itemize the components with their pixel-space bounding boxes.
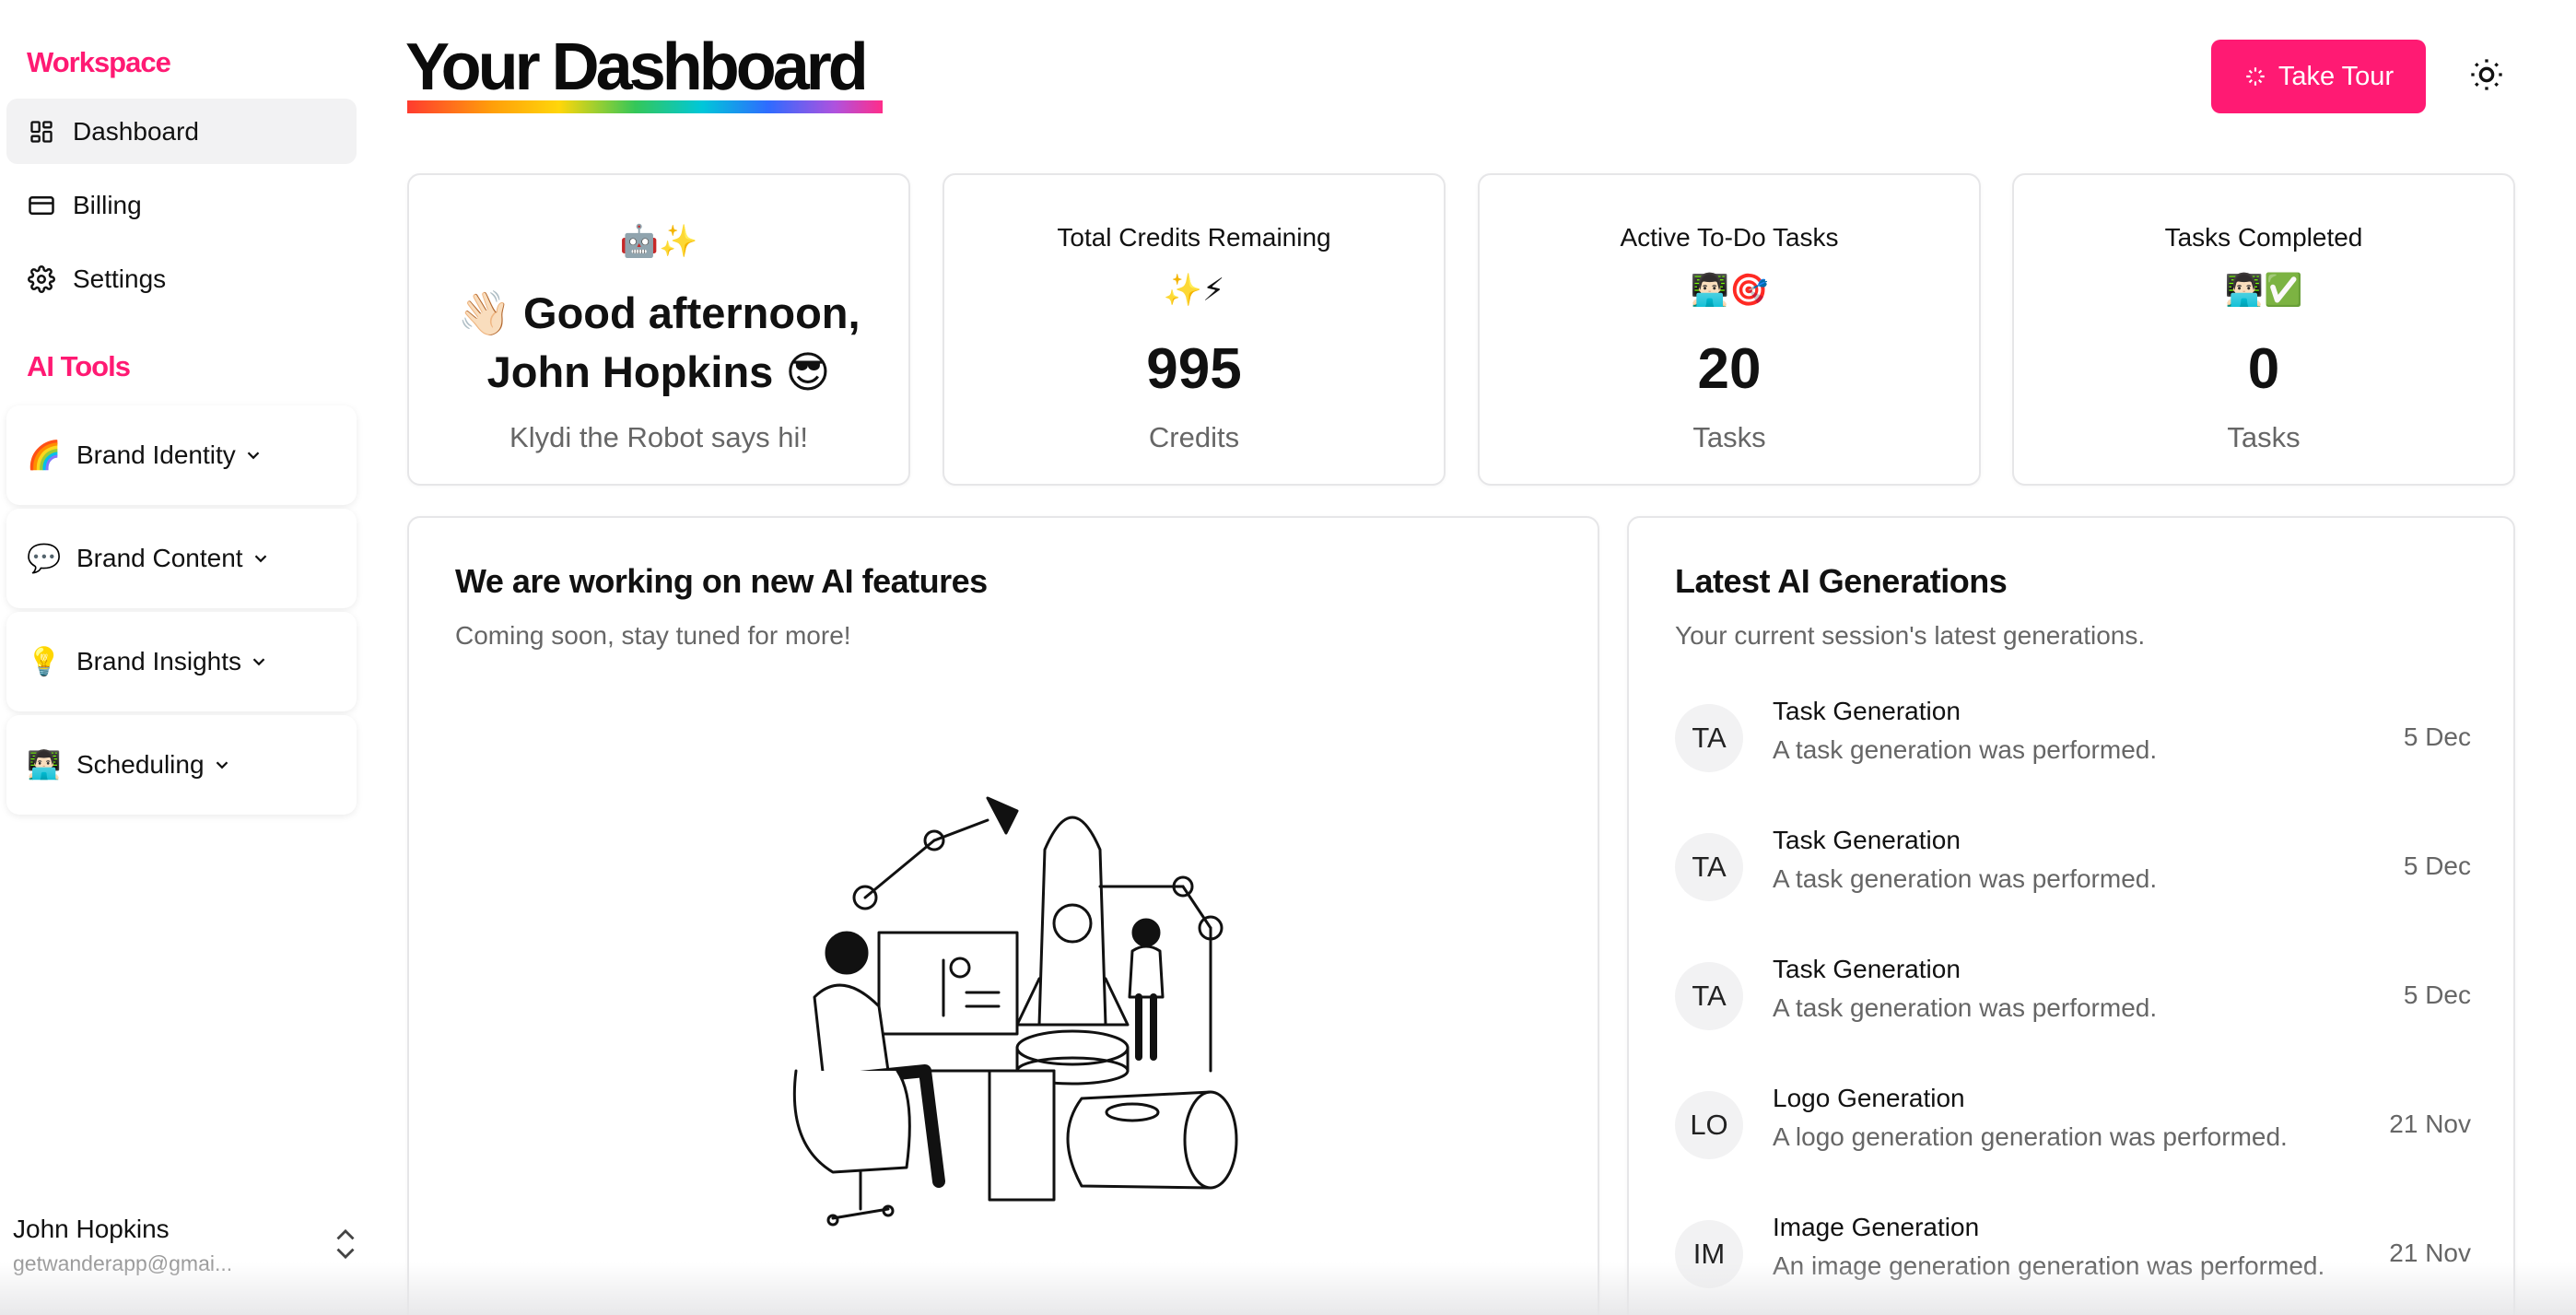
generation-date: 21 Nov	[2389, 1110, 2471, 1138]
page-title: Your Dashboard	[405, 30, 869, 104]
ai-tools-section-label: AI Tools	[27, 350, 131, 382]
sidebar: Workspace Dashboard Billing Settings AI …	[0, 0, 369, 1315]
latest-generations-card: Latest AI Generations Your current sessi…	[1627, 516, 2515, 1315]
stat-unit: Credits	[1148, 421, 1240, 453]
rocket-workshop-illustration	[778, 794, 1257, 1241]
grid-icon	[27, 117, 56, 147]
speech-bubble-icon: 💬	[27, 543, 62, 574]
stat-value: 20	[1697, 337, 1762, 401]
tool-brand-identity[interactable]: 🌈 Brand Identity	[6, 405, 357, 505]
avatar: LO	[1675, 1091, 1743, 1159]
generation-title: Task Generation	[1773, 697, 1961, 725]
credit-card-icon	[27, 191, 56, 220]
sidebar-item-dashboard[interactable]: Dashboard	[6, 99, 357, 164]
tool-label: Brand Insights	[76, 647, 241, 675]
generation-date: 5 Dec	[2403, 851, 2471, 880]
sidebar-item-billing[interactable]: Billing	[6, 172, 357, 238]
title-underline	[407, 100, 883, 113]
chevron-down-icon	[212, 755, 232, 775]
gear-icon	[27, 264, 56, 294]
generation-desc: A task generation was performed.	[1773, 993, 2158, 1022]
avatar: TA	[1675, 962, 1743, 1030]
chevrons-up-down-icon[interactable]	[330, 1226, 361, 1267]
sparkle-bolt-icon: ✨⚡	[1163, 273, 1225, 308]
tool-brand-insights[interactable]: 💡 Brand Insights	[6, 612, 357, 711]
chevron-down-icon	[251, 548, 271, 569]
rainbow-icon: 🌈	[27, 440, 62, 471]
generation-desc: A logo generation generation was perform…	[1773, 1122, 2288, 1151]
avatar: TA	[1675, 833, 1743, 901]
generation-item[interactable]: TA Task Generation A task generation was…	[1675, 695, 2471, 796]
stat-card-active-tasks: Active To-Do Tasks 👨🏻‍💻🎯 20 Tasks	[1478, 173, 1981, 486]
bottom-fade	[0, 1262, 2576, 1315]
generation-item[interactable]: TA Task Generation A task generation was…	[1675, 953, 2471, 1054]
sidebar-item-label: Dashboard	[73, 116, 199, 146]
workspace-section-label: Workspace	[27, 46, 171, 78]
stat-unit: Tasks	[2227, 421, 2301, 453]
generation-title: Logo Generation	[1773, 1084, 1965, 1112]
stat-card-completed-tasks: Tasks Completed 👨🏻‍💻✅ 0 Tasks	[2012, 173, 2515, 486]
sun-icon	[2468, 56, 2505, 98]
greeting-line-2: John Hopkins 😎	[486, 347, 831, 396]
avatar: TA	[1675, 704, 1743, 772]
stat-title: Tasks Completed	[2164, 223, 2363, 252]
technologist-icon: 👨🏻‍💻	[27, 749, 62, 781]
generations-title: Latest AI Generations	[1675, 562, 2008, 600]
technologist-check-icon: 👨🏻‍💻✅	[2224, 273, 2303, 308]
tool-label: Scheduling	[76, 750, 205, 779]
user-name: John Hopkins	[13, 1215, 170, 1243]
sparkle-icon	[2243, 65, 2267, 88]
new-features-card: We are working on new AI features Coming…	[407, 516, 1599, 1315]
tool-label: Brand Identity	[76, 440, 236, 469]
take-tour-label: Take Tour	[2277, 61, 2395, 91]
greeting-line-1: 👋🏻 Good afternoon,	[457, 288, 861, 337]
take-tour-button[interactable]: Take Tour	[2211, 40, 2426, 113]
stat-value: 995	[1146, 337, 1242, 401]
sidebar-item-settings[interactable]: Settings	[6, 246, 357, 311]
generation-desc: A task generation was performed.	[1773, 735, 2158, 764]
generation-desc: A task generation was performed.	[1773, 864, 2158, 893]
generation-title: Task Generation	[1773, 826, 1961, 854]
stat-title: Total Credits Remaining	[1057, 223, 1331, 252]
generations-subtitle: Your current session's latest generation…	[1675, 621, 2146, 650]
stat-card-credits: Total Credits Remaining ✨⚡ 995 Credits	[943, 173, 1446, 486]
greeting-subtitle: Klydi the Robot says hi!	[509, 421, 808, 453]
stat-unit: Tasks	[1692, 421, 1766, 453]
stat-value: 0	[2247, 337, 2280, 401]
chevron-down-icon	[243, 445, 263, 465]
generation-date: 5 Dec	[2403, 722, 2471, 751]
greeting-card: 🤖✨ 👋🏻 Good afternoon, John Hopkins 😎 Kly…	[407, 173, 910, 486]
generation-date: 5 Dec	[2403, 980, 2471, 1009]
greeting-text: 👋🏻 Good afternoon, John Hopkins 😎	[409, 284, 908, 402]
features-subtitle: Coming soon, stay tuned for more!	[455, 621, 851, 650]
robot-sparkle-icon: 🤖✨	[619, 224, 698, 259]
generation-title: Task Generation	[1773, 955, 1961, 983]
stat-title: Active To-Do Tasks	[1620, 223, 1839, 252]
tool-brand-content[interactable]: 💬 Brand Content	[6, 509, 357, 608]
tool-label: Brand Content	[76, 544, 243, 572]
sidebar-item-label: Settings	[73, 264, 167, 293]
generation-item[interactable]: LO Logo Generation A logo generation gen…	[1675, 1082, 2471, 1183]
chevron-down-icon	[249, 652, 269, 672]
generation-item[interactable]: TA Task Generation A task generation was…	[1675, 824, 2471, 925]
technologist-target-icon: 👨🏻‍💻🎯	[1690, 273, 1769, 308]
theme-toggle-button[interactable]	[2464, 53, 2510, 100]
generation-title: Image Generation	[1773, 1213, 1980, 1241]
tool-scheduling[interactable]: 👨🏻‍💻 Scheduling	[6, 715, 357, 815]
features-title: We are working on new AI features	[455, 562, 988, 600]
lightbulb-icon: 💡	[27, 646, 62, 677]
sidebar-item-label: Billing	[73, 190, 142, 219]
